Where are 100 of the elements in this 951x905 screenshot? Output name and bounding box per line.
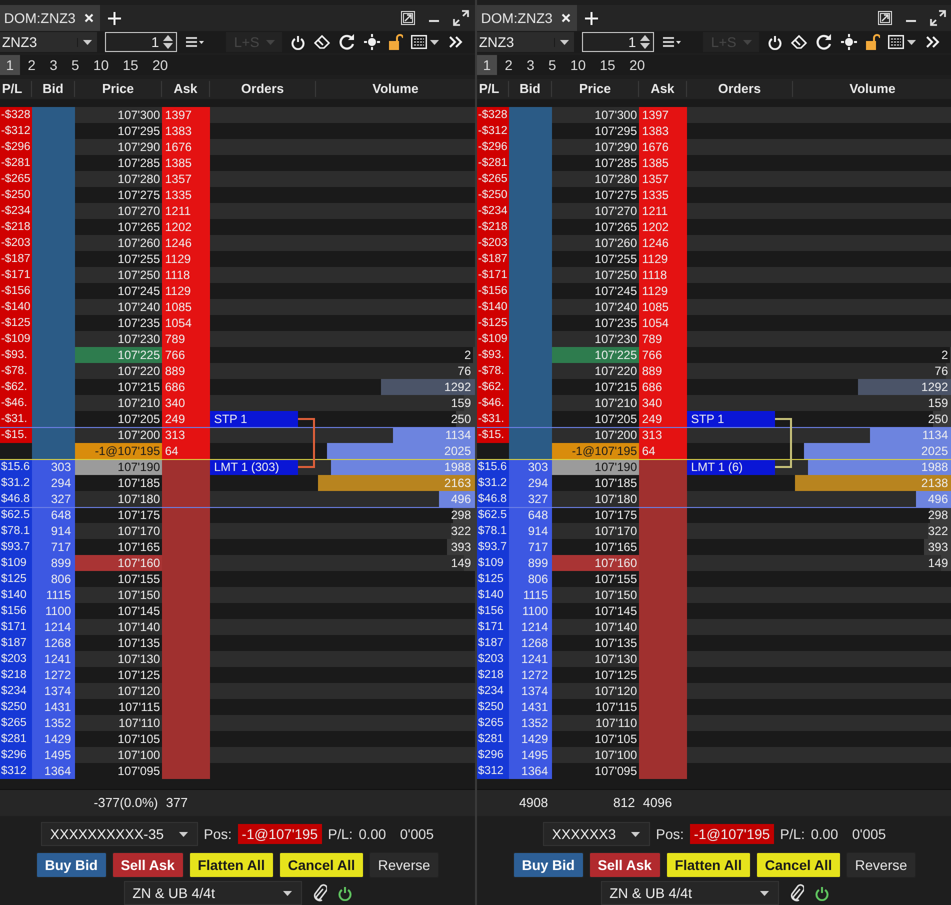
quantity-preset[interactable]: 20	[146, 55, 174, 75]
quantity-preset[interactable]: 20	[623, 55, 651, 75]
orders-cell[interactable]	[687, 523, 793, 539]
orders-cell[interactable]	[687, 747, 793, 763]
more-icon[interactable]	[926, 36, 940, 48]
orders-cell[interactable]	[687, 171, 793, 187]
power-icon[interactable]	[291, 34, 306, 50]
order-label[interactable]: LMT 1 (303)	[210, 459, 298, 475]
tab[interactable]: DOM:ZNZ3	[477, 5, 577, 31]
column-header[interactable]: P/L	[0, 81, 32, 97]
column-header[interactable]: P/L	[477, 81, 509, 97]
orders-cell[interactable]	[210, 587, 316, 603]
action-button[interactable]: Flatten All	[188, 852, 274, 878]
orders-cell[interactable]	[210, 299, 316, 315]
tab[interactable]: DOM:ZNZ3	[0, 5, 100, 31]
orders-cell[interactable]	[210, 171, 316, 187]
column-header[interactable]: Bid	[32, 81, 75, 97]
spinner-icon[interactable]	[640, 35, 650, 49]
refresh-icon[interactable]	[339, 34, 356, 50]
paperclip-icon[interactable]	[790, 884, 804, 902]
template-dropdown[interactable]: ZN & UB 4/4t	[124, 881, 302, 905]
column-header[interactable]: Volume	[316, 81, 475, 97]
close-icon[interactable]	[560, 13, 571, 23]
action-button[interactable]: Cancel All	[756, 852, 842, 878]
column-header[interactable]: Bid	[509, 81, 552, 97]
list-menu-icon[interactable]	[186, 36, 204, 48]
eraser-icon[interactable]	[791, 35, 808, 49]
refresh-icon[interactable]	[816, 34, 832, 50]
add-icon[interactable]	[584, 12, 598, 24]
quantity-preset[interactable]: 5	[65, 55, 86, 75]
order-label[interactable]: STP 1	[210, 411, 298, 427]
spinner-icon[interactable]	[163, 35, 173, 49]
add-icon[interactable]	[108, 12, 121, 24]
action-button[interactable]: Reverse	[369, 852, 440, 878]
orders-cell[interactable]	[687, 235, 793, 251]
more-icon[interactable]	[449, 36, 464, 48]
orders-cell[interactable]	[210, 491, 316, 507]
orders-cell[interactable]	[687, 715, 793, 731]
power-icon[interactable]	[338, 886, 352, 900]
orders-cell[interactable]	[210, 235, 316, 251]
lock-icon[interactable]	[866, 34, 880, 50]
column-header[interactable]: Orders	[210, 81, 316, 97]
order-label[interactable]: LMT 1 (6)	[687, 459, 775, 475]
orders-cell[interactable]	[210, 683, 316, 699]
orders-cell[interactable]	[210, 203, 316, 219]
orders-cell[interactable]	[687, 683, 793, 699]
orders-cell[interactable]	[687, 331, 793, 347]
paperclip-icon[interactable]	[312, 884, 326, 902]
orders-cell[interactable]	[210, 427, 316, 443]
power-icon[interactable]	[768, 34, 782, 50]
quantity-preset[interactable]: 3	[520, 55, 540, 75]
action-button[interactable]: Cancel All	[278, 852, 364, 878]
orders-cell[interactable]	[210, 619, 316, 635]
orders-cell[interactable]	[687, 555, 793, 571]
orders-cell[interactable]	[687, 491, 793, 507]
quantity-preset[interactable]: 10	[87, 55, 115, 75]
quantity-preset[interactable]: 5	[542, 55, 562, 75]
template-dropdown[interactable]: ZN & UB 4/4t	[600, 881, 778, 905]
symbol-dropdown[interactable]: ZNZ3	[477, 32, 574, 52]
orders-cell[interactable]	[210, 363, 316, 379]
orders-cell[interactable]	[687, 395, 793, 411]
orders-cell[interactable]	[687, 267, 793, 283]
column-header[interactable]: Ask	[639, 81, 687, 97]
center-icon[interactable]	[364, 34, 380, 50]
quantity-field[interactable]: 1	[105, 32, 177, 52]
quantity-preset[interactable]: 15	[594, 55, 622, 75]
layout-dropdown[interactable]	[888, 35, 918, 49]
quantity-preset[interactable]: 2	[498, 55, 519, 75]
quantity-preset[interactable]: 3	[44, 55, 64, 75]
maximize-icon[interactable]	[453, 10, 469, 26]
action-button[interactable]: Reverse	[846, 852, 916, 878]
orders-cell[interactable]	[210, 395, 316, 411]
column-header[interactable]: Ask	[162, 81, 210, 97]
orders-cell[interactable]	[687, 203, 793, 219]
popout-icon[interactable]	[401, 11, 415, 25]
orders-cell[interactable]	[210, 267, 316, 283]
orders-cell[interactable]: LMT 1 (303)	[210, 459, 316, 475]
action-button[interactable]: Buy Bid	[36, 852, 107, 878]
quantity-field[interactable]: 1	[582, 32, 654, 52]
action-button[interactable]: Buy Bid	[512, 852, 584, 878]
orders-cell[interactable]	[687, 107, 793, 123]
symbol-dropdown[interactable]: ZNZ3	[0, 32, 97, 52]
quantity-preset[interactable]: 2	[22, 55, 42, 75]
orders-cell[interactable]	[210, 747, 316, 763]
popout-icon[interactable]	[878, 11, 892, 25]
orders-cell[interactable]	[210, 523, 316, 539]
order-label[interactable]: STP 1	[687, 411, 775, 427]
orders-cell[interactable]	[210, 139, 316, 155]
action-button[interactable]: Sell Ask	[588, 852, 661, 878]
orders-cell[interactable]	[210, 555, 316, 571]
quantity-preset[interactable]: 1	[477, 55, 497, 75]
orders-cell[interactable]	[210, 715, 316, 731]
center-icon[interactable]	[841, 34, 858, 50]
orders-cell[interactable]	[687, 427, 793, 443]
close-icon[interactable]	[84, 13, 94, 23]
orders-cell[interactable]	[210, 651, 316, 667]
orders-cell[interactable]: LMT 1 (6)	[687, 459, 793, 475]
eraser-icon[interactable]	[314, 35, 330, 49]
lock-icon[interactable]	[389, 34, 404, 50]
orders-cell[interactable]	[687, 587, 793, 603]
